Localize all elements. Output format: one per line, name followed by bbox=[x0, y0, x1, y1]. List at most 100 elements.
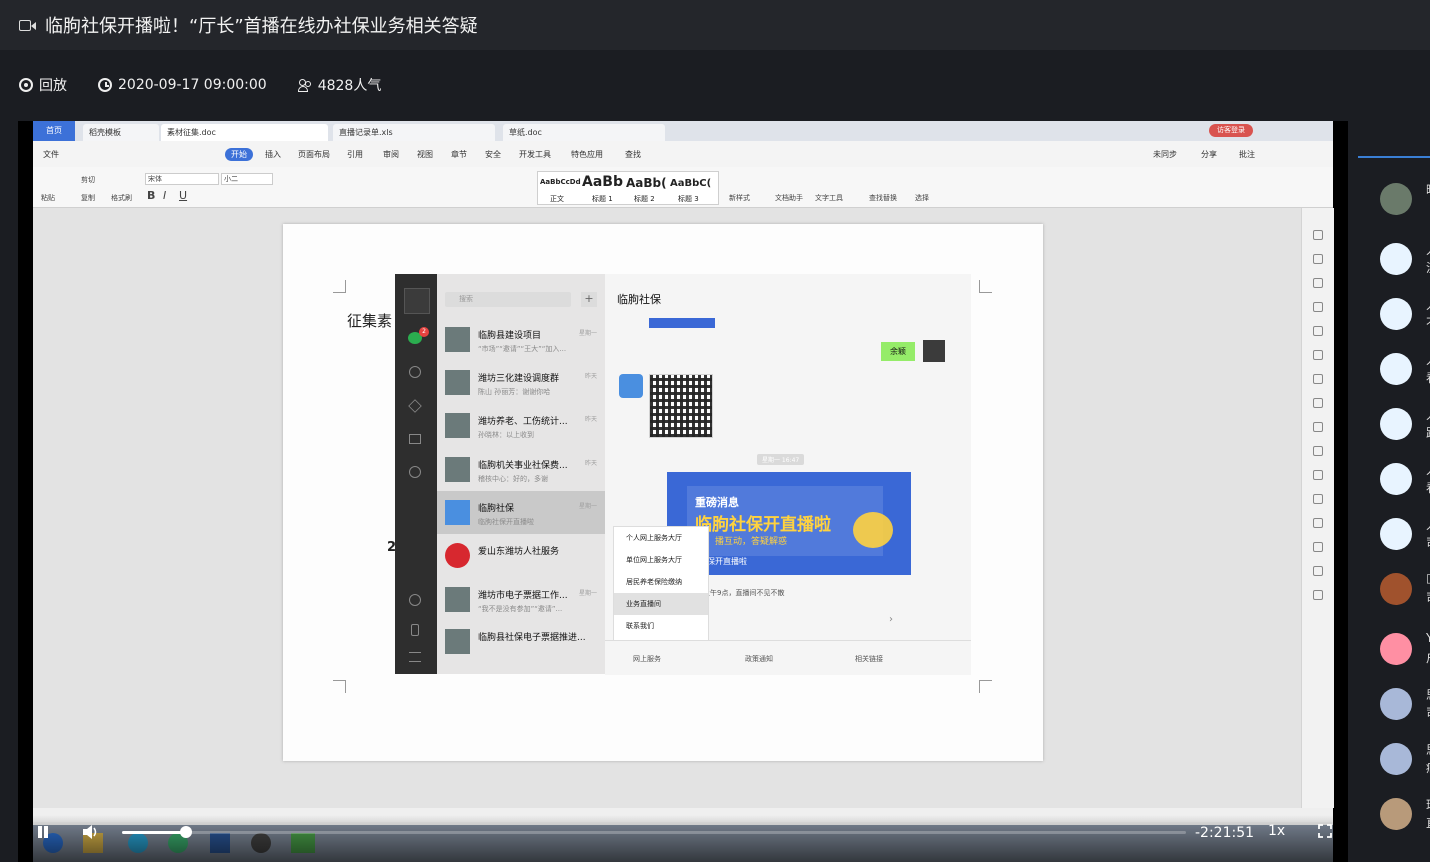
toolbar-tool-icon[interactable] bbox=[1313, 278, 1323, 288]
playback-speed-button[interactable]: 1x bbox=[1268, 823, 1285, 839]
contact-avatar bbox=[445, 500, 470, 525]
toolbar-tool-icon[interactable] bbox=[1313, 518, 1323, 528]
wechat-sidebar: 2 bbox=[395, 274, 437, 674]
toolbar-tool-icon[interactable] bbox=[1313, 566, 1323, 576]
message-fragment: 直 bbox=[1426, 814, 1430, 831]
bottom-menu-links: 相关链接 bbox=[855, 655, 883, 663]
active-tab-indicator bbox=[1358, 156, 1430, 158]
user-avatar bbox=[1380, 743, 1412, 775]
wechat-popup-menu: 个人网上服务大厅 单位网上服务大厅 居民养老保险缴纳 业务直播间 联系我们 bbox=[613, 526, 709, 641]
sender-tag: 余颖 bbox=[881, 342, 915, 361]
user-avatar bbox=[1380, 183, 1412, 215]
style-h3-preview: AaBbC( bbox=[670, 178, 712, 189]
menu-devtools: 开发工具 bbox=[519, 150, 551, 159]
pause-button[interactable] bbox=[36, 825, 50, 839]
phone-icon bbox=[411, 624, 419, 636]
chat-list-item[interactable]: 潍坊三化建设调度群 陈山 孙丽芳：谢谢你哈 昨天 bbox=[437, 361, 605, 404]
wps-tab-doc2: 草纸.doc bbox=[503, 124, 665, 141]
toolbar-tool-icon[interactable] bbox=[1313, 590, 1323, 600]
volume-button[interactable] bbox=[82, 824, 100, 840]
user-name-fragment: 人 bbox=[1426, 351, 1430, 368]
toolbar-tool-icon[interactable] bbox=[1313, 350, 1323, 360]
user-name-fragment: 人 bbox=[1426, 516, 1430, 533]
chat-list-item[interactable]: 临朐机关事业社保费... 稽核中心：好的，多谢 昨天 bbox=[437, 448, 605, 491]
wps-menubar: 文件 开始 插入 页面布局 引用 审阅 视图 章节 安全 开发工具 特色应用 查… bbox=[33, 141, 1333, 167]
banner-headline: 重磅消息 bbox=[695, 496, 739, 509]
menu-icon bbox=[409, 652, 421, 662]
video-player[interactable]: 首页 稻壳模板 素材征集.doc 直播记录单.xls 草纸.doc 访客登录 文… bbox=[18, 121, 1348, 862]
time-remaining: -2:21:51 bbox=[1195, 825, 1255, 841]
wps-tab-xls: 直播记录单.xls bbox=[333, 124, 495, 141]
chat-message-item: 人看 bbox=[1380, 353, 1430, 393]
contact-name: 临朐机关事业社保费... bbox=[478, 461, 568, 471]
wps-ribbon: 粘贴 剪切 复制 格式刷 宋体 小二 B I U AaBbCcDd AaBb A… bbox=[33, 167, 1333, 208]
popup-item: 单位网上服务大厅 bbox=[626, 556, 682, 564]
contact-preview: “市场”“邀请”“王大”“加入... bbox=[478, 345, 567, 353]
toolbar-tool-icon[interactable] bbox=[1313, 470, 1323, 480]
contact-preview: “我不是没有参加”“邀请”... bbox=[478, 605, 563, 613]
contact-avatar bbox=[445, 327, 470, 352]
chat-list-item[interactable]: 临朐县社保电子票据推进... bbox=[437, 620, 605, 663]
chat-list-item[interactable]: 临朐县建设项目 “市场”“邀请”“王大”“加入... 星期一 bbox=[437, 318, 605, 361]
chat-list-item[interactable]: 潍坊市电子票据工作... “我不是没有参加”“邀请”... 星期一 bbox=[437, 578, 605, 621]
popup-item-live: 业务直播间 bbox=[614, 593, 708, 615]
chat-message-item: Y户 bbox=[1380, 631, 1430, 673]
banner-subtitle: 播互动，答疑解惑 bbox=[715, 537, 788, 547]
toolbar-tool-icon[interactable] bbox=[1313, 494, 1323, 504]
chat-list-item[interactable]: 爱山东潍坊人社服务 bbox=[437, 534, 605, 577]
chat-message-item: 人趾 bbox=[1380, 408, 1430, 448]
message-timestamp: 星期一 16:47 bbox=[757, 454, 805, 465]
contact-name: 潍坊三化建设调度群 bbox=[478, 374, 560, 384]
contacts-icon bbox=[409, 366, 421, 378]
progress-knob[interactable] bbox=[180, 826, 192, 838]
megaphone-icon bbox=[853, 512, 893, 548]
chat-list-item[interactable]: 临朐社保 临朐社保开直播啦 星期一 bbox=[437, 491, 605, 534]
user-name-fragment: 人 bbox=[1426, 406, 1430, 423]
contact-name: 临朐社保 bbox=[478, 504, 515, 514]
menu-insert: 插入 bbox=[265, 150, 281, 159]
ribbon-copy: 复制 bbox=[81, 194, 95, 202]
contact-avatar bbox=[445, 457, 470, 482]
title-bar: 临朐社保开播啦！“厅长”首播在线办社保业务相关答疑 bbox=[0, 0, 1430, 50]
user-name-fragment: Y bbox=[1426, 631, 1430, 645]
toolbar-tool-icon[interactable] bbox=[1313, 326, 1323, 336]
contact-time: 星期一 bbox=[578, 503, 597, 510]
progress-track[interactable] bbox=[186, 831, 1186, 834]
message-text: 上午9点，直播间不见不散 bbox=[703, 589, 785, 597]
user-name-fragment: 人 bbox=[1426, 241, 1430, 258]
chat-message-item: 思司 bbox=[1380, 688, 1430, 728]
datetime-label: 2020-09-17 09:00:00 bbox=[118, 77, 267, 93]
style-normal-label: 正文 bbox=[550, 195, 564, 203]
user-name-fragment: 瑞 bbox=[1426, 796, 1430, 813]
chat-message-item: 思痛 bbox=[1380, 743, 1430, 783]
font-size-select: 小二 bbox=[221, 173, 273, 185]
toolbar-tool-icon[interactable] bbox=[1313, 302, 1323, 312]
chevron-right-icon: › bbox=[889, 614, 893, 625]
wps-tabstrip: 首页 稻壳模板 素材征集.doc 直播记录单.xls 草纸.doc 访客登录 bbox=[33, 121, 1333, 141]
chat-message-item: 晒 bbox=[1380, 183, 1430, 223]
user-name-fragment: □ bbox=[1426, 571, 1430, 585]
fullscreen-button[interactable] bbox=[1318, 823, 1332, 838]
contact-name: 爱山东潍坊人社服务 bbox=[478, 547, 560, 557]
popup-item: 个人网上服务大厅 bbox=[626, 534, 682, 542]
user-avatar bbox=[1380, 798, 1412, 830]
contact-name: 潍坊市电子票据工作... bbox=[478, 591, 568, 601]
wechat-chat-list: 搜索 + 临朐县建设项目 “市场”“邀请”“王大”“加入... 星期一 潍坊三化建设调… bbox=[437, 274, 605, 674]
toolbar-tool-icon[interactable] bbox=[1313, 230, 1323, 240]
toolbar-tool-icon[interactable] bbox=[1313, 542, 1323, 552]
margin-mark bbox=[979, 680, 992, 693]
contact-name: 临朐县社保电子票据推进... bbox=[478, 633, 586, 643]
toolbar-tool-icon[interactable] bbox=[1313, 422, 1323, 432]
message-fragment: 趾 bbox=[1426, 424, 1430, 441]
shared-screen: 首页 稻壳模板 素材征集.doc 直播记录单.xls 草纸.doc 访客登录 文… bbox=[33, 121, 1334, 862]
video-camera-icon bbox=[19, 19, 36, 31]
contact-avatar bbox=[445, 587, 470, 612]
wps-tab-doc1: 素材征集.doc bbox=[161, 124, 328, 141]
toolbar-tool-icon[interactable] bbox=[1313, 446, 1323, 456]
underline-icon: U bbox=[179, 189, 188, 202]
menu-layout: 页面布局 bbox=[298, 150, 330, 159]
chat-list-item[interactable]: 潍坊养老、工伤统计... 孙晓林：以上收到 昨天 bbox=[437, 404, 605, 447]
toolbar-tool-icon[interactable] bbox=[1313, 254, 1323, 264]
toolbar-tool-icon[interactable] bbox=[1313, 398, 1323, 408]
toolbar-tool-icon[interactable] bbox=[1313, 374, 1323, 384]
